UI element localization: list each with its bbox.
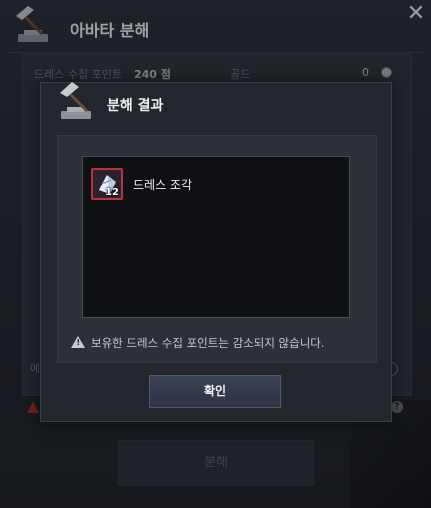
hammer-anvil-icon bbox=[60, 82, 91, 119]
result-modal: 분해 결과 12 드레스 조각 ! 보유한 드레스 수집 포인트는 감소되지 않… bbox=[40, 82, 392, 422]
warning-icon: ! bbox=[71, 336, 85, 348]
item-count: 12 bbox=[105, 187, 119, 198]
modal-content-panel: 12 드레스 조각 bbox=[57, 135, 377, 363]
result-list: 12 드레스 조각 bbox=[82, 156, 350, 318]
dress-fragment-icon: 12 bbox=[91, 168, 123, 200]
modal-title: 분해 결과 bbox=[107, 98, 164, 114]
item-name: 드레스 조각 bbox=[133, 178, 193, 192]
notice-text: 보유한 드레스 수집 포인트는 감소되지 않습니다. bbox=[91, 336, 325, 350]
confirm-button[interactable]: 확인 bbox=[149, 375, 281, 408]
